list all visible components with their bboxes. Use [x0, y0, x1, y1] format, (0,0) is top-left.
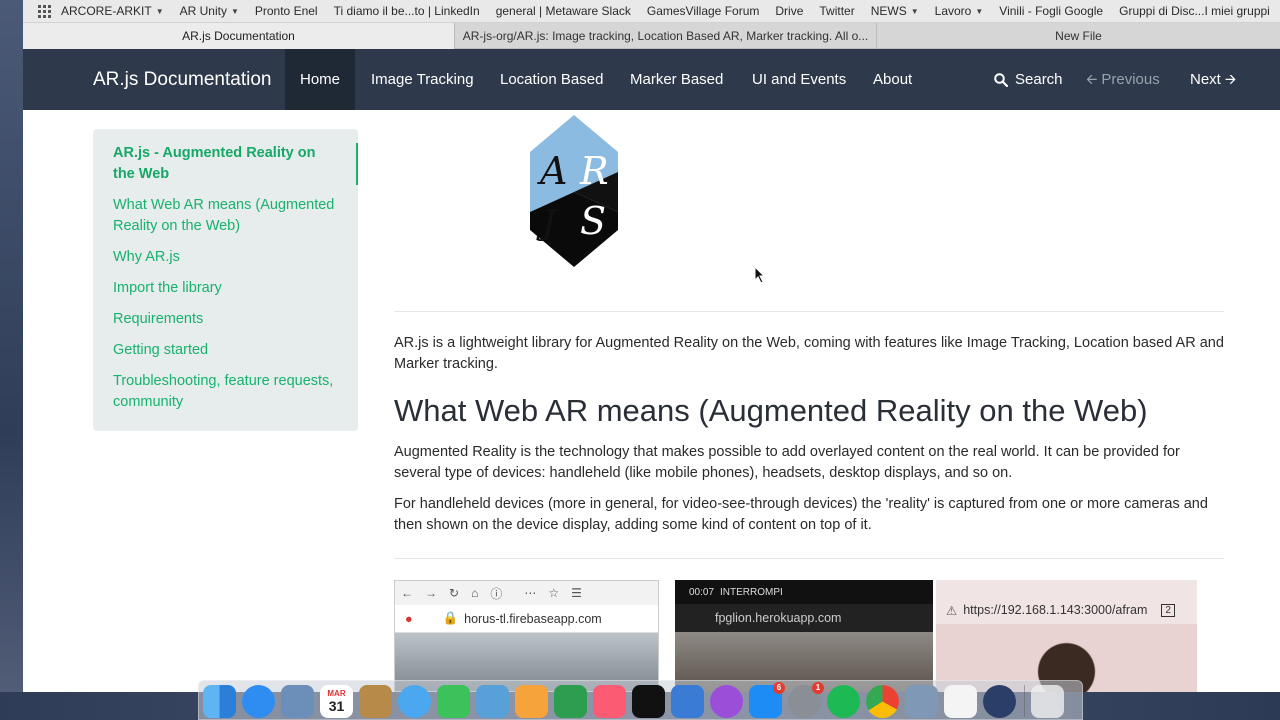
toc-item-ar-js[interactable]: AR.js - Augmented Reality on the Web: [93, 143, 358, 185]
desktop-background: [0, 0, 23, 720]
nav-home[interactable]: Home: [285, 49, 356, 110]
bookmark-vinili[interactable]: Vinili - Fogli Google: [999, 4, 1103, 18]
keynote-icon[interactable]: [671, 685, 704, 718]
toc-item-requirements[interactable]: Requirements: [93, 309, 358, 330]
toc-item-troubleshooting[interactable]: Troubleshooting, feature requests, commu…: [93, 371, 358, 413]
tab-github-ar-js[interactable]: AR-js-org/AR.js: Image tracking, Locatio…: [455, 23, 877, 49]
chevron-down-icon: ▼: [155, 6, 164, 16]
toc-item-what-web-ar[interactable]: What Web AR means (Augmented Reality on …: [93, 195, 358, 237]
star-icon: ☆: [548, 586, 560, 600]
toc-item-import-library[interactable]: Import the library: [93, 278, 358, 299]
svg-text:R: R: [579, 149, 609, 193]
music-icon[interactable]: [593, 685, 626, 718]
search-button[interactable]: Search: [994, 49, 1063, 110]
app-store-icon[interactable]: 6: [749, 682, 785, 718]
intro-paragraph: AR.js is a lightweight library for Augme…: [394, 335, 1224, 372]
reload-icon: ↻: [449, 586, 460, 600]
camera-icon: ●: [405, 611, 413, 626]
arrow-right-icon: 🡪: [1224, 71, 1237, 87]
warning-icon: ⚠: [946, 603, 958, 618]
tab-new-file[interactable]: New File: [877, 23, 1280, 49]
paragraph-2: For handleheld devices (more in general,…: [394, 496, 1208, 533]
bookmark-drive[interactable]: Drive: [775, 4, 803, 18]
chrome-icon[interactable]: [866, 685, 899, 718]
chevron-down-icon: ▼: [975, 6, 984, 16]
calendar-icon[interactable]: MAR 31: [320, 685, 353, 718]
messages-icon[interactable]: [398, 685, 431, 718]
trash-icon[interactable]: [1031, 685, 1064, 718]
nav-ui-and-events[interactable]: UI and Events: [737, 49, 861, 110]
nav-about[interactable]: About: [858, 49, 927, 110]
screen-sharing-icon[interactable]: [476, 685, 509, 718]
site-navbar: AR.js Documentation Home Image Tracking …: [23, 49, 1280, 110]
nav-location-based[interactable]: Location Based: [485, 49, 618, 110]
arrow-left-icon: 🡨: [1086, 71, 1098, 87]
bookmark-lavoro[interactable]: Lavoro ▼: [935, 4, 984, 18]
dock-separator: [1024, 685, 1025, 717]
lock-icon: 🔒: [442, 611, 459, 625]
browser-window: ARCORE-ARKIT ▼ AR Unity ▼ Pronto Enel Ti d…: [23, 0, 1280, 692]
tab-ar-js-documentation[interactable]: AR.js Documentation: [23, 23, 455, 49]
search-icon: [994, 72, 1008, 87]
bookmark-pronto-enel[interactable]: Pronto Enel: [255, 4, 318, 18]
demo-screenshot-1: ← → ↻ ⌂ ⓘ ⋯ ☆ ☰ ● 🔒 horus-tl.firebaseapp…: [394, 580, 659, 692]
podcasts-icon[interactable]: [710, 685, 743, 718]
pages-icon[interactable]: [515, 685, 548, 718]
info-icon: ⓘ: [490, 586, 503, 601]
toc-item-getting-started[interactable]: Getting started: [93, 340, 358, 361]
macos-dock: MAR 31 6 1: [198, 680, 1083, 720]
nav-marker-based[interactable]: Marker Based: [615, 49, 738, 110]
svg-text:A: A: [537, 149, 567, 193]
bookmark-arcore-arkit[interactable]: ARCORE-ARKIT ▼: [61, 4, 164, 18]
bookmarks-bar: ARCORE-ARKIT ▼ AR Unity ▼ Pronto Enel Ti d…: [23, 0, 1280, 23]
preview-icon[interactable]: [905, 685, 938, 718]
mail-icon[interactable]: [281, 685, 314, 718]
chevron-down-icon: ▼: [910, 6, 919, 16]
demo-screenshot-2: 00:07 INTERROMPI fpglion.herokuapp.com: [675, 580, 933, 692]
site-brand[interactable]: AR.js Documentation: [93, 49, 271, 110]
mouse-cursor-icon: [754, 266, 766, 284]
bookmark-gamesvillage[interactable]: GamesVillage Forum: [647, 4, 760, 18]
chevron-down-icon: ▼: [230, 6, 239, 16]
contacts-icon[interactable]: [359, 685, 392, 718]
divider: [394, 558, 1224, 559]
divider: [394, 311, 1224, 312]
toc-item-why-ar-js[interactable]: Why AR.js: [93, 247, 358, 268]
tab-strip: AR.js Documentation AR-js-org/AR.js: Ima…: [23, 23, 1280, 49]
facetime-icon[interactable]: [437, 685, 470, 718]
nav-image-tracking[interactable]: Image Tracking: [356, 49, 489, 110]
apps-grid-icon[interactable]: [38, 4, 51, 18]
system-preferences-icon[interactable]: 1: [788, 682, 824, 718]
toc-sidebar: AR.js - Augmented Reality on the Web Wha…: [93, 129, 358, 431]
safari-icon[interactable]: [242, 685, 275, 718]
back-icon: ←: [401, 586, 413, 600]
finder-icon[interactable]: [203, 685, 236, 718]
main-content: A R J S AR.js is a lightweight library f…: [394, 110, 1224, 692]
ar-js-logo: A R J S: [530, 115, 618, 267]
paragraph-1: Augmented Reality is the technology that…: [394, 444, 1180, 481]
forward-icon: →: [425, 586, 437, 600]
textedit-icon[interactable]: [944, 685, 977, 718]
home-icon: ⌂: [471, 586, 479, 600]
bookmark-linkedin[interactable]: Ti diamo il be...to | LinkedIn: [334, 4, 480, 18]
demo-screenshot-3: ⚠ https://192.168.1.143:3000/afram 2: [936, 580, 1197, 692]
spotify-icon[interactable]: [827, 685, 860, 718]
more-icon: ⋯: [524, 586, 537, 600]
numbers-icon[interactable]: [554, 685, 587, 718]
apple-tv-icon[interactable]: [632, 685, 665, 718]
bookmark-ar-unity[interactable]: AR Unity ▼: [180, 4, 239, 18]
quicktime-icon[interactable]: [983, 685, 1016, 718]
section-heading: What Web AR means (Augmented Reality on …: [394, 393, 1148, 428]
menu-icon: ☰: [571, 586, 582, 600]
svg-text:S: S: [580, 199, 606, 243]
tab-count-badge: 2: [1161, 603, 1175, 617]
bookmark-news[interactable]: NEWS ▼: [871, 4, 919, 18]
bookmark-twitter[interactable]: Twitter: [819, 4, 854, 18]
screenshot-url: horus-tl.firebaseapp.com: [464, 611, 602, 626]
next-button[interactable]: Next 🡪: [1190, 49, 1240, 110]
bookmark-slack[interactable]: general | Metaware Slack: [496, 4, 631, 18]
previous-button[interactable]: 🡨 Previous: [1086, 49, 1160, 110]
bookmark-gruppi[interactable]: Gruppi di Disc...I miei gruppi: [1119, 4, 1270, 18]
